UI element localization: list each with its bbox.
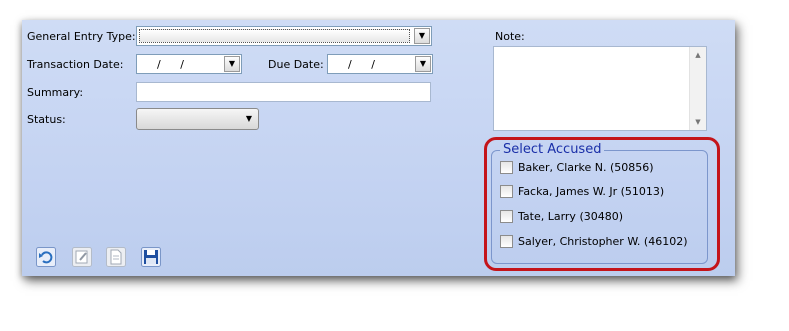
chevron-down-icon: ▼ xyxy=(245,114,252,123)
select-accused-title: Select Accused xyxy=(500,142,605,157)
general-entry-type-value xyxy=(139,29,410,43)
accused-label: Facka, James W. Jr (51013) xyxy=(518,185,665,198)
due-date-picker[interactable]: / / ▼ xyxy=(327,54,433,74)
note-label: Note: xyxy=(495,30,525,43)
scroll-down-icon[interactable]: ▼ xyxy=(690,115,706,129)
transaction-date-picker[interactable]: / / ▼ xyxy=(136,54,242,74)
accused-checkbox[interactable] xyxy=(500,210,513,223)
undo-button[interactable] xyxy=(36,247,56,267)
accused-label: Baker, Clarke N. (50856) xyxy=(518,161,654,174)
transaction-date-label: Transaction Date: xyxy=(27,58,124,71)
accused-label: Tate, Larry (30480) xyxy=(518,210,624,223)
status-dropdown[interactable]: ▼ xyxy=(136,108,259,130)
accused-label: Salyer, Christopher W. (46102) xyxy=(518,235,688,248)
accused-item[interactable]: Baker, Clarke N. (50856) xyxy=(500,161,654,174)
due-date-label: Due Date: xyxy=(268,58,324,71)
general-entry-type-dropdown[interactable]: ▼ xyxy=(136,26,432,46)
document-icon xyxy=(106,247,126,267)
save-icon xyxy=(141,247,161,267)
general-entry-type-label: General Entry Type: xyxy=(27,30,136,43)
summary-input[interactable] xyxy=(136,82,431,102)
summary-label: Summary: xyxy=(27,86,84,99)
accused-checkbox[interactable] xyxy=(500,185,513,198)
accused-item[interactable]: Tate, Larry (30480) xyxy=(500,210,623,223)
undo-icon xyxy=(36,247,56,267)
due-date-value: / / xyxy=(348,58,375,71)
scroll-up-icon[interactable]: ▲ xyxy=(690,48,706,62)
status-label: Status: xyxy=(27,113,66,126)
edit-button[interactable] xyxy=(72,247,92,267)
save-button[interactable] xyxy=(141,247,161,267)
note-textarea[interactable]: ▲ ▼ xyxy=(493,46,707,131)
document-button[interactable] xyxy=(106,247,126,267)
transaction-date-value: / / xyxy=(157,58,184,71)
calendar-dropdown-icon[interactable]: ▼ xyxy=(415,56,431,72)
edit-icon xyxy=(72,247,92,267)
accused-checkbox[interactable] xyxy=(500,161,513,174)
note-scrollbar[interactable]: ▲ ▼ xyxy=(689,47,706,130)
accused-checkbox[interactable] xyxy=(500,235,513,248)
calendar-dropdown-icon[interactable]: ▼ xyxy=(224,56,240,72)
accused-item[interactable]: Facka, James W. Jr (51013) xyxy=(500,185,664,198)
accused-item[interactable]: Salyer, Christopher W. (46102) xyxy=(500,235,688,248)
chevron-down-icon[interactable]: ▼ xyxy=(414,28,430,44)
